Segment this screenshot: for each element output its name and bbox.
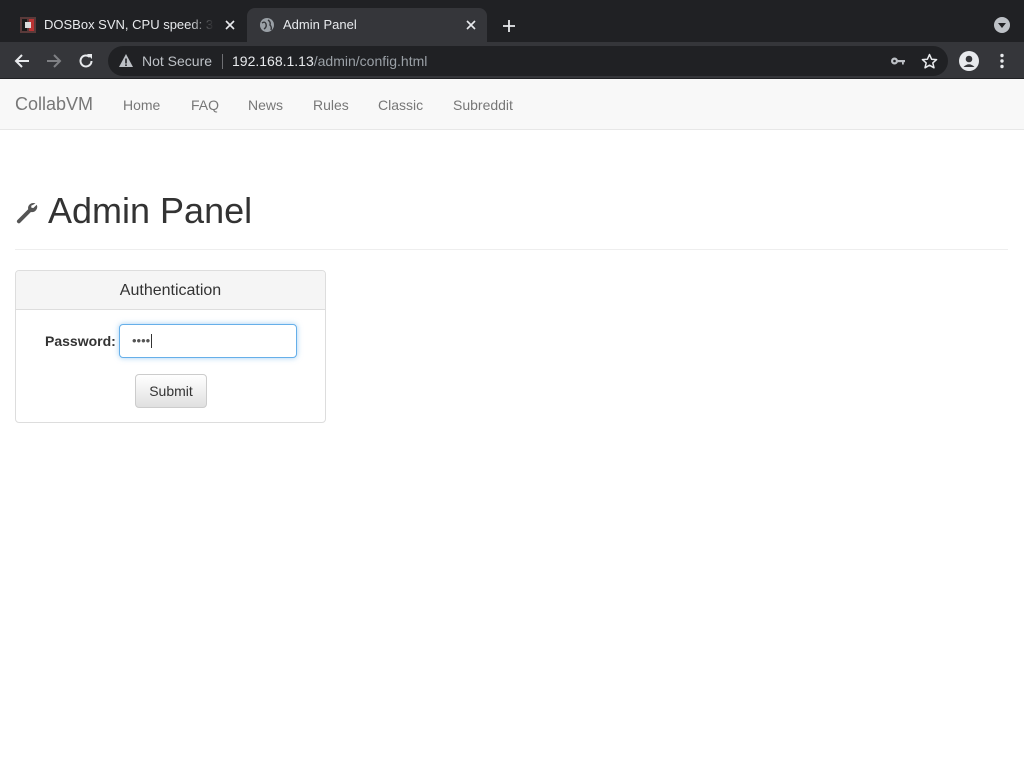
brand-link[interactable]: CollabVM (15, 94, 93, 114)
url-path: /admin/config.html (313, 53, 428, 69)
wrench-icon (15, 200, 39, 224)
browser-toolbar: Not Secure 192.168.1.13/admin/config.htm… (0, 42, 1024, 79)
panel-heading: Authentication (16, 271, 325, 310)
nav-link-subreddit[interactable]: Subreddit (453, 96, 513, 114)
authentication-panel: Authentication Password: •••• Submit (15, 270, 326, 423)
password-masked-value: •••• (132, 333, 151, 348)
address-bar[interactable]: Not Secure 192.168.1.13/admin/config.htm… (108, 46, 948, 76)
nav-link-classic[interactable]: Classic (378, 96, 423, 114)
bookmark-star-icon[interactable] (921, 53, 938, 70)
url-text[interactable]: 192.168.1.13/admin/config.html (232, 53, 427, 69)
password-field[interactable]: •••• (119, 324, 297, 358)
text-caret (151, 334, 152, 348)
dosbox-icon (20, 17, 36, 33)
nav-link-home[interactable]: Home (123, 96, 160, 114)
panel-title: Authentication (119, 282, 222, 299)
close-icon[interactable] (222, 17, 238, 33)
kebab-menu-icon[interactable] (990, 49, 1014, 73)
tab-admin-panel[interactable]: Admin Panel (247, 8, 487, 42)
page-title: Admin Panel (48, 190, 253, 231)
back-arrow-icon[interactable] (10, 49, 34, 73)
reload-icon[interactable] (74, 49, 98, 73)
tab-title: DOSBox SVN, CPU speed: 3000 cycles (44, 17, 214, 32)
close-icon[interactable] (463, 17, 479, 33)
key-icon[interactable] (890, 53, 906, 69)
forward-arrow-icon[interactable] (42, 49, 66, 73)
password-label: Password: (45, 333, 116, 349)
tab-dosbox[interactable]: DOSBox SVN, CPU speed: 3000 cycles (8, 8, 246, 42)
security-status-label[interactable]: Not Secure (142, 53, 212, 69)
nav-link-faq[interactable]: FAQ (191, 96, 219, 114)
nav-link-rules[interactable]: Rules (313, 96, 349, 114)
url-host: 192.168.1.13 (232, 53, 314, 69)
tab-search-icon[interactable] (992, 15, 1012, 35)
omnibox-divider (222, 54, 223, 69)
profile-avatar-icon[interactable] (957, 49, 981, 73)
submit-button[interactable]: Submit (135, 374, 207, 408)
nav-link-news[interactable]: News (248, 96, 283, 114)
site-navbar: CollabVM Home FAQ News Rules Classic Sub… (0, 79, 1024, 130)
globe-icon (259, 17, 275, 33)
tab-title: Admin Panel (283, 17, 357, 32)
warning-triangle-icon[interactable] (118, 53, 134, 69)
page-header: Admin Panel (15, 186, 1008, 250)
browser-tabstrip: DOSBox SVN, CPU speed: 3000 cycles Admin… (0, 0, 1024, 42)
new-tab-button[interactable] (498, 15, 520, 37)
